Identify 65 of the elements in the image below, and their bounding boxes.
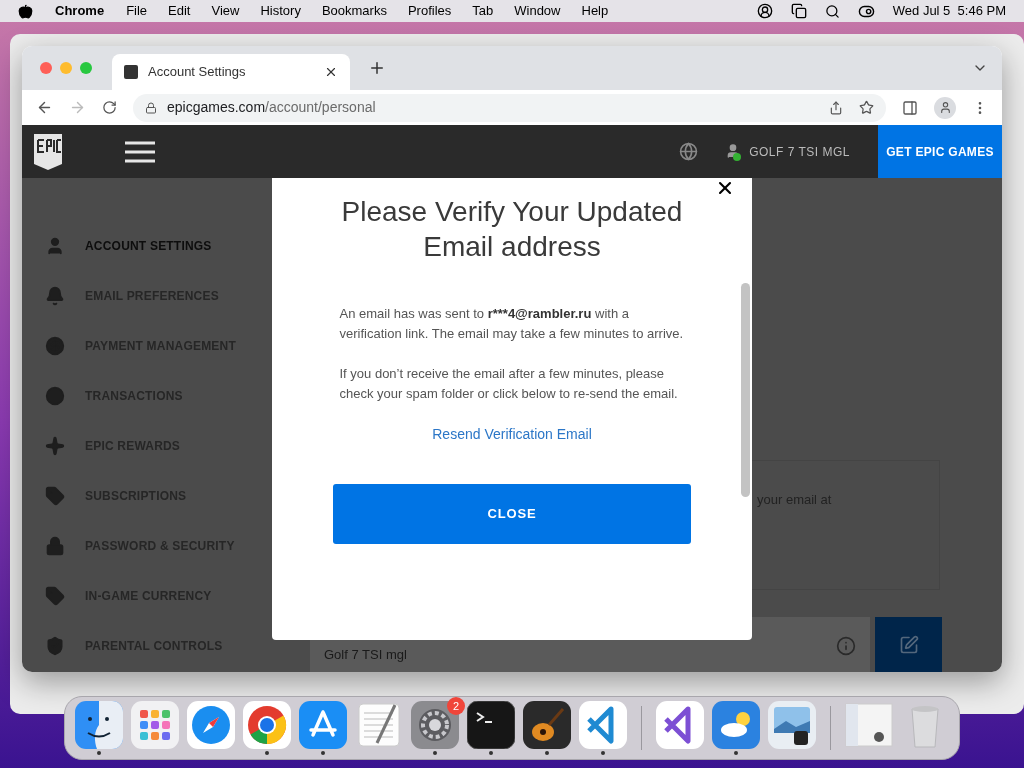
dialog-hint: If you don’t receive the email after a few minutes, please check your spam folder or click below to re-send the email.	[339, 365, 679, 403]
globe-icon[interactable]	[679, 142, 699, 161]
menu-icon[interactable]	[124, 140, 156, 163]
user-icon[interactable]	[756, 3, 773, 19]
person-icon	[45, 236, 65, 256]
bell-icon	[45, 286, 65, 306]
app-menu[interactable]: Chrome	[55, 1, 105, 21]
chrome-icon[interactable]	[243, 701, 291, 749]
menu-item[interactable]: Window	[514, 1, 561, 21]
reload-icon[interactable]	[102, 100, 117, 115]
menu-clock[interactable]: Wed Jul 5 5:46 PM	[892, 1, 1006, 21]
dialog-scrollbar-thumb[interactable]	[741, 283, 750, 497]
apple-icon[interactable]	[18, 3, 33, 19]
user-status-icon[interactable]	[725, 142, 742, 161]
username-link[interactable]: GOLF 7 TSI MGL	[749, 142, 850, 161]
epic-logo[interactable]	[32, 133, 64, 170]
menu-item[interactable]: Profiles	[407, 1, 452, 21]
side-panel-icon[interactable]	[902, 99, 918, 116]
gear-icon[interactable]	[411, 701, 459, 749]
close-button[interactable]: CLOSE	[333, 484, 691, 544]
menu-item[interactable]: File	[126, 1, 148, 21]
new-tab-icon[interactable]	[368, 59, 386, 77]
edit-icon	[898, 634, 919, 655]
star-icon	[45, 436, 65, 456]
compass-icon[interactable]	[187, 701, 235, 749]
back-icon[interactable]	[36, 99, 53, 116]
windows-icon[interactable]	[790, 3, 807, 19]
weather-icon[interactable]	[712, 701, 760, 749]
close-tab-icon[interactable]	[324, 65, 338, 79]
profile-icon[interactable]	[934, 96, 956, 119]
terminal-icon[interactable]	[467, 701, 515, 749]
resend-verification-link[interactable]: Resend Verification Email	[432, 424, 592, 445]
menu-item[interactable]: View	[211, 1, 240, 21]
get-epic-games-button[interactable]: GET EPIC GAMES	[878, 125, 1002, 178]
site-favicon	[124, 65, 138, 79]
visual-studio-icon[interactable]	[656, 701, 704, 749]
tag-icon	[45, 486, 65, 506]
finder-icon[interactable]	[75, 701, 123, 749]
launchpad-icon[interactable]	[131, 701, 179, 749]
field-value: Golf 7 TSI mgl	[324, 645, 407, 664]
preview-icon[interactable]	[768, 701, 816, 749]
app-store-icon[interactable]	[299, 701, 347, 749]
lock-icon	[45, 536, 65, 556]
window-thumbnail-icon[interactable]	[845, 701, 893, 749]
browser-tab[interactable]: Account Settings	[112, 54, 350, 90]
notification-badge: 2	[447, 697, 465, 715]
menu-item[interactable]: Bookmarks	[321, 1, 387, 21]
menu-item[interactable]: Tab	[472, 1, 494, 21]
bookmark-icon[interactable]	[859, 100, 874, 115]
address-bar[interactable]: epicgames.com/account/personal	[133, 93, 886, 122]
share-icon[interactable]	[829, 100, 843, 115]
tab-title: Account Settings	[148, 63, 247, 82]
tag-icon	[45, 586, 65, 606]
dialog-message: An email has was sent to r***4@rambler.ru with a verification link. The email may take a few minutes to arrive.	[339, 305, 685, 343]
menu-item[interactable]: Help	[581, 1, 609, 21]
code-editor-icon[interactable]	[579, 701, 627, 749]
edit-button[interactable]	[875, 617, 942, 672]
menu-item[interactable]: History	[260, 1, 301, 21]
lock-icon	[145, 101, 157, 114]
url-text: epicgames.com/account/personal	[167, 98, 376, 117]
shield-icon	[45, 636, 65, 656]
menu-item[interactable]: Edit	[168, 1, 191, 21]
dialog-title: Please Verify Your Updated Email address	[340, 195, 684, 264]
guitar-icon[interactable]	[523, 701, 571, 749]
search-icon[interactable]	[824, 3, 840, 19]
